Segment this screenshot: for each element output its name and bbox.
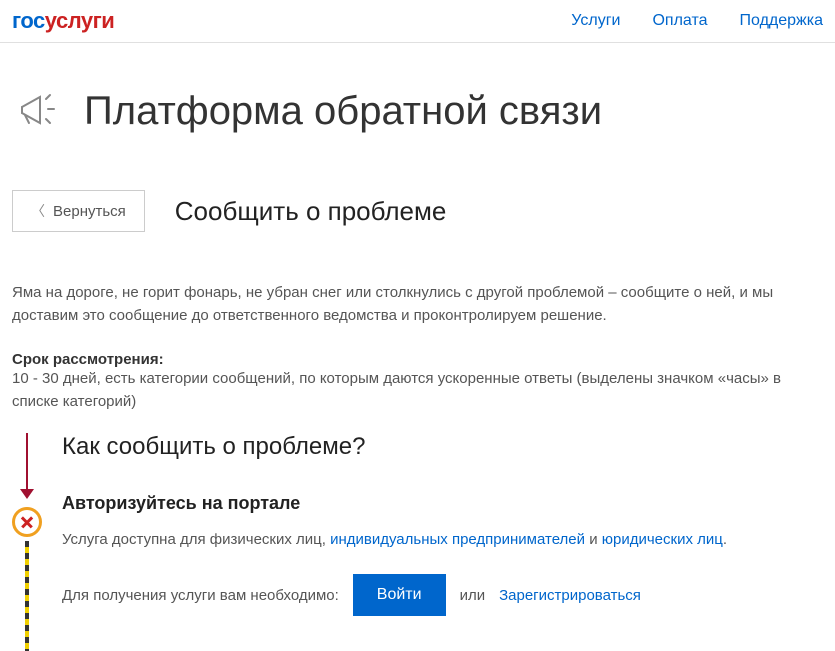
chevron-left-icon: 〈 (31, 201, 45, 221)
link-legal-entities[interactable]: юридических лиц (602, 531, 723, 548)
login-intro: Для получения услуги вам необходимо: (62, 587, 339, 604)
term-value: 10 - 30 дней, есть категории сообщений, … (12, 368, 823, 413)
step-1-text-after: . (723, 531, 727, 548)
nav-support[interactable]: Поддержка (740, 12, 823, 30)
back-button-label: Вернуться (53, 203, 126, 220)
step-1-text: Услуга доступна для физических лиц, инди… (62, 528, 823, 552)
login-row: Для получения услуги вам необходимо: Вой… (62, 574, 823, 616)
how-title: Как сообщить о проблеме? (62, 433, 823, 461)
platform-header: Платформа обратной связи (12, 83, 823, 140)
action-row: 〈 Вернуться Сообщить о проблеме (12, 190, 823, 232)
step-status-error-icon (12, 507, 42, 537)
header: госуслуги Услуги Оплата Поддержка (0, 0, 835, 43)
nav-services[interactable]: Услуги (571, 12, 620, 30)
logo[interactable]: госуслуги (12, 8, 114, 34)
megaphone-icon (12, 83, 64, 140)
steps-block: Как сообщить о проблеме? Авторизуйтесь н… (12, 433, 823, 616)
register-link[interactable]: Зарегистрироваться (499, 587, 641, 604)
step-1: Авторизуйтесь на портале Услуга доступна… (62, 489, 823, 616)
nav-payment[interactable]: Оплата (652, 12, 707, 30)
login-button[interactable]: Войти (353, 574, 446, 616)
or-text: или (460, 587, 486, 604)
step-1-text-middle: и (585, 531, 602, 548)
term-label: Срок рассмотрения: (12, 351, 823, 368)
arrow-line (26, 433, 28, 493)
term-block: Срок рассмотрения: 10 - 30 дней, есть ка… (12, 351, 823, 413)
link-individual-entrepreneurs[interactable]: индивидуальных предпринимателей (330, 531, 585, 548)
description-text: Яма на дороге, не горит фонарь, не убран… (12, 282, 823, 327)
platform-title: Платформа обратной связи (84, 89, 602, 134)
step-1-title: Авторизуйтесь на портале (62, 489, 823, 514)
top-nav: Услуги Оплата Поддержка (571, 12, 823, 30)
logo-part1: гос (12, 8, 45, 33)
section-title: Сообщить о проблеме (175, 196, 447, 227)
step-1-text-before: Услуга доступна для физических лиц, (62, 531, 330, 548)
arrow-down-icon (20, 489, 34, 499)
caution-stripe (25, 541, 29, 651)
main-content: Платформа обратной связи 〈 Вернуться Соо… (0, 43, 835, 636)
logo-part2: услуги (45, 8, 115, 33)
back-button[interactable]: 〈 Вернуться (12, 190, 145, 232)
